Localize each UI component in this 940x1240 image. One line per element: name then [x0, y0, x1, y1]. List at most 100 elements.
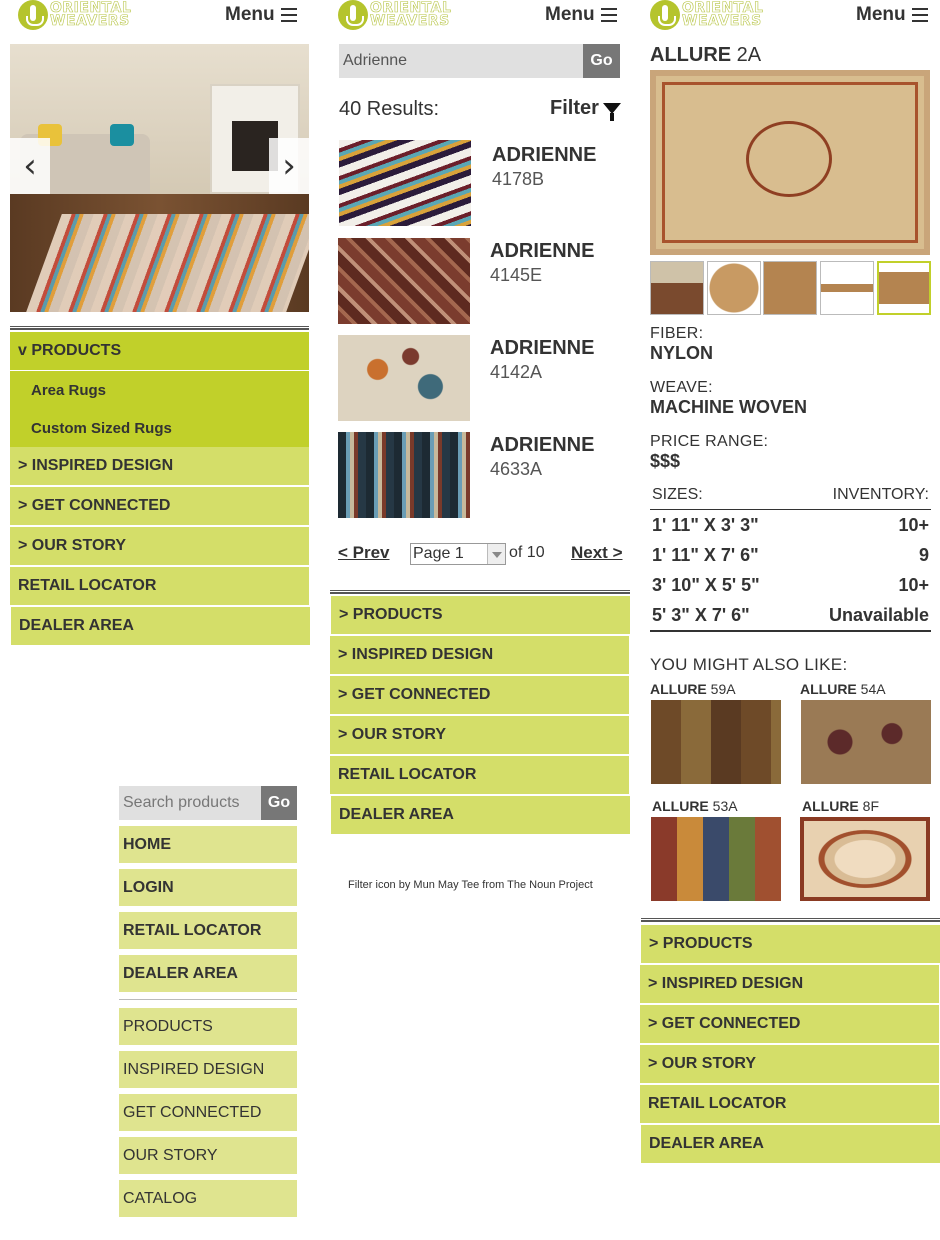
also-like-heading: YOU MIGHT ALSO LIKE: [650, 655, 848, 674]
brand-logo[interactable]: ORIENTAL WEAVERS [338, 0, 488, 30]
menu-item-retail-locator[interactable]: RETAIL LOCATOR [119, 912, 297, 949]
nav-products[interactable]: > PRODUCTS [331, 596, 630, 634]
menu-item-catalog[interactable]: CATALOG [119, 1180, 297, 1217]
filter-icon-credit: Filter icon by Mun May Tee from The Noun… [348, 879, 593, 891]
menu-item-get-connected[interactable]: GET CONNECTED [119, 1094, 297, 1131]
result-swatch[interactable] [338, 432, 470, 518]
page-total: of 10 [509, 544, 545, 561]
menu-item-dealer-area[interactable]: DEALER AREA [119, 955, 297, 992]
nav-dealer-area[interactable]: DEALER AREA [331, 796, 630, 834]
recommendation-image[interactable] [801, 700, 931, 784]
menu-button[interactable]: Menu [225, 4, 297, 26]
result-name[interactable]: ADRIENNE [490, 337, 594, 360]
inventory-row: 1' 11" X 3' 3" 10+ [650, 510, 931, 540]
recommendation-code: 54A [860, 681, 886, 697]
result-name[interactable]: ADRIENNE [490, 434, 594, 457]
result-swatch[interactable] [338, 335, 470, 421]
menu-item-login[interactable]: LOGIN [119, 869, 297, 906]
price-range-value: $$$ [650, 451, 681, 471]
search-input[interactable]: Adrienne [339, 44, 583, 78]
product-thumbnail[interactable] [820, 261, 874, 315]
recommendation-image[interactable] [651, 817, 781, 901]
search-go-button[interactable]: Go [583, 44, 620, 78]
nav-get-connected[interactable]: > GET CONNECTED [330, 676, 629, 714]
brand-line2: WEAVERS [682, 13, 762, 29]
weave-label: WEAVE: [650, 379, 713, 396]
menu-label: Menu [856, 4, 906, 25]
recommendation-name: ALLURE [802, 798, 859, 814]
brand-line2: WEAVERS [370, 13, 450, 29]
nav-area-rugs[interactable]: Area Rugs [10, 371, 309, 409]
inventory-qty: 9 [918, 544, 929, 565]
menu-search-go-button[interactable]: Go [261, 786, 297, 820]
product-thumbnail[interactable] [650, 261, 704, 315]
nav-products[interactable]: > PRODUCTS [641, 925, 940, 963]
menu-item-products[interactable]: PRODUCTS [119, 1008, 297, 1045]
chevron-down-icon [487, 544, 505, 564]
menu-button[interactable]: Menu [856, 4, 928, 26]
nav-inspired-design[interactable]: > INSPIRED DESIGN [330, 636, 629, 674]
nav-our-story[interactable]: > OUR STORY [10, 527, 309, 565]
recommendation-image[interactable] [800, 817, 930, 901]
inventory-qty: Unavailable [828, 604, 929, 625]
product-thumbnail-selected[interactable] [877, 261, 931, 315]
carousel-next-button[interactable]: › [269, 138, 309, 194]
nav-inspired-design[interactable]: > INSPIRED DESIGN [10, 447, 309, 485]
result-name[interactable]: ADRIENNE [490, 240, 594, 263]
recommendation-title[interactable]: ALLURE 8F [802, 798, 879, 814]
result-name[interactable]: ADRIENNE [492, 144, 596, 167]
result-code: 4633A [490, 459, 543, 479]
inventory-size: 3' 10" X 5' 5" [652, 574, 760, 595]
result-swatch[interactable] [338, 238, 470, 324]
filter-label: Filter [550, 97, 599, 119]
product-thumbnail[interactable] [707, 261, 761, 315]
nav-dealer-area[interactable]: DEALER AREA [641, 1125, 940, 1163]
nav-get-connected[interactable]: > GET CONNECTED [640, 1005, 939, 1043]
nav-products-open[interactable]: v PRODUCTS [10, 332, 309, 370]
menu-search-input[interactable]: Search products [119, 786, 261, 820]
nav-retail-locator[interactable]: RETAIL LOCATOR [640, 1085, 939, 1123]
product-thumbnail[interactable] [763, 261, 817, 315]
nav-our-story[interactable]: > OUR STORY [330, 716, 629, 754]
next-page-link[interactable]: Next > [571, 543, 623, 563]
nav-custom-sized-rugs[interactable]: Custom Sized Rugs [10, 409, 309, 447]
chevron-left-icon: ‹ [23, 146, 37, 186]
brand-logo[interactable]: ORIENTAL WEAVERS [18, 0, 168, 30]
chevron-right-icon: › [282, 146, 296, 186]
carousel-prev-button[interactable]: ‹ [10, 138, 50, 194]
hamburger-icon [600, 8, 617, 22]
nav-dealer-area[interactable]: DEALER AREA [11, 607, 310, 645]
page-select-value: Page 1 [413, 545, 464, 562]
fiber-value: NYLON [650, 343, 713, 363]
filter-button[interactable]: Filter [550, 97, 621, 121]
brand-logo[interactable]: ORIENTAL WEAVERS [650, 0, 800, 30]
inventory-row: 1' 11" X 7' 6" 9 [650, 540, 931, 570]
inventory-qty: 10+ [898, 514, 929, 535]
weave-value: MACHINE WOVEN [650, 397, 807, 417]
recommendation-image[interactable] [651, 700, 781, 784]
menu-button[interactable]: Menu [545, 4, 617, 26]
recommendation-title[interactable]: ALLURE 59A [650, 681, 736, 697]
result-swatch[interactable] [339, 140, 471, 226]
nav-divider [641, 918, 940, 922]
nav-our-story[interactable]: > OUR STORY [640, 1045, 939, 1083]
inventory-row: 3' 10" X 5' 5" 10+ [650, 570, 931, 600]
menu-item-home[interactable]: HOME [119, 826, 297, 863]
menu-item-our-story[interactable]: OUR STORY [119, 1137, 297, 1174]
nav-inspired-design[interactable]: > INSPIRED DESIGN [640, 965, 939, 1003]
recommendation-title[interactable]: ALLURE 53A [652, 798, 738, 814]
nav-retail-locator[interactable]: RETAIL LOCATOR [330, 756, 629, 794]
hamburger-icon [911, 8, 928, 22]
nav-retail-locator[interactable]: RETAIL LOCATOR [10, 567, 309, 605]
menu-item-inspired-design[interactable]: INSPIRED DESIGN [119, 1051, 297, 1088]
hamburger-icon [280, 8, 297, 22]
product-main-image[interactable] [650, 70, 930, 255]
nav-get-connected[interactable]: > GET CONNECTED [10, 487, 309, 525]
result-code: 4142A [490, 362, 543, 382]
prev-page-link[interactable]: < Prev [338, 543, 390, 563]
page-select[interactable]: Page 1 [410, 543, 506, 565]
nav-divider [10, 326, 309, 330]
inventory-table: SIZES: INVENTORY: 1' 11" X 3' 3" 10+ 1' … [650, 486, 931, 632]
recommendation-title[interactable]: ALLURE 54A [800, 681, 886, 697]
inventory-qty: 10+ [898, 574, 929, 595]
